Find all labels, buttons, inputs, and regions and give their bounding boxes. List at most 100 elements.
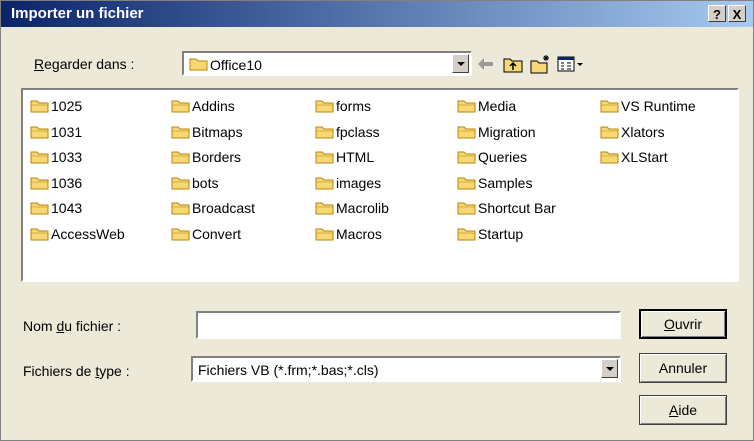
list-item[interactable]: bots xyxy=(171,173,218,193)
help-button[interactable]: Aide xyxy=(639,395,727,425)
list-item[interactable]: 1043 xyxy=(30,198,82,218)
open-button[interactable]: Ouvrir xyxy=(639,309,727,339)
list-item-label: Xlators xyxy=(621,123,665,140)
folder-icon xyxy=(315,100,334,113)
folder-icon xyxy=(30,126,49,138)
list-item-label: Convert xyxy=(192,225,242,242)
list-item[interactable]: Xlators xyxy=(600,122,665,142)
folder-icon xyxy=(457,100,476,113)
list-item-label: XLStart xyxy=(621,149,668,165)
filetype-dropdown[interactable]: Fichiers VB (*.frm;*.bas;*.cls) xyxy=(191,356,621,382)
list-item[interactable]: 1031 xyxy=(30,122,82,142)
folder-icon xyxy=(171,151,190,164)
folder-icon xyxy=(30,100,49,113)
folder-icon xyxy=(30,228,49,240)
folder-icon xyxy=(315,151,334,164)
list-item-label: 1036 xyxy=(51,174,83,191)
filename-input[interactable] xyxy=(196,311,621,339)
folder-icon xyxy=(171,100,190,113)
list-item-label: 1043 xyxy=(51,200,83,216)
look-in-label: Regarder dans : xyxy=(34,56,135,72)
list-item[interactable]: XLStart xyxy=(600,147,668,167)
back-arrow-icon[interactable] xyxy=(475,53,497,75)
window-title: Importer un fichier xyxy=(11,5,144,22)
folder-icon xyxy=(30,202,49,215)
look-in-value: Office10 xyxy=(210,57,262,73)
import-file-dialog: Importer un fichier ? X Regarder dans : … xyxy=(0,0,754,441)
list-item-label: Media xyxy=(478,98,517,114)
list-item[interactable]: Shortcut Bar xyxy=(457,198,556,218)
list-item[interactable]: Borders xyxy=(171,147,241,167)
view-menu-icon[interactable] xyxy=(556,53,586,75)
folder-icon xyxy=(315,177,334,189)
list-item[interactable]: forms xyxy=(315,96,371,116)
list-item[interactable]: Bitmaps xyxy=(171,122,243,142)
list-item-label: Addins xyxy=(192,98,235,114)
list-item-label: 1031 xyxy=(51,123,83,140)
list-item-label: Samples xyxy=(478,174,533,191)
filetype-value: Fichiers VB (*.frm;*.bas;*.cls) xyxy=(198,362,379,378)
folder-icon xyxy=(315,228,334,240)
new-folder-icon[interactable] xyxy=(529,53,551,75)
list-item-label: Migration xyxy=(478,123,536,140)
list-item[interactable]: Samples xyxy=(457,173,532,193)
file-list[interactable]: 1025 1031 1033 1036 1043 AccessWeb Addins Bitma… xyxy=(21,88,739,282)
list-item-label: images xyxy=(336,174,382,191)
list-item[interactable]: images xyxy=(315,173,381,193)
up-folder-icon[interactable] xyxy=(502,53,524,75)
filetype-label: Fichiers de type : xyxy=(23,363,130,379)
folder-icon xyxy=(171,228,190,240)
list-item-label: Macrolib xyxy=(336,200,389,216)
list-item-label: Broadcast xyxy=(192,200,256,216)
filename-label: Nom du fichier : xyxy=(23,318,122,334)
list-item-label: Macros xyxy=(336,225,382,242)
list-item-label: fpclass xyxy=(336,123,380,140)
folder-icon xyxy=(189,58,208,71)
filetype-dropdown-arrow[interactable] xyxy=(601,359,618,378)
folder-icon xyxy=(457,202,476,215)
list-item[interactable]: fpclass xyxy=(315,122,380,142)
help-title-button[interactable]: ? xyxy=(708,5,726,22)
folder-icon xyxy=(457,228,476,240)
list-item[interactable]: 1025 xyxy=(30,96,82,116)
list-item[interactable]: AccessWeb xyxy=(30,224,125,244)
list-item[interactable]: Broadcast xyxy=(171,198,255,218)
list-item-label: bots xyxy=(192,174,219,191)
list-item[interactable]: Convert xyxy=(171,224,241,244)
list-item[interactable]: VS Runtime xyxy=(600,96,696,116)
list-item[interactable]: 1036 xyxy=(30,173,82,193)
list-item-label: Shortcut Bar xyxy=(478,200,556,216)
folder-icon xyxy=(315,126,334,138)
folder-icon xyxy=(315,202,334,215)
folder-icon xyxy=(457,177,476,189)
list-item[interactable]: Queries xyxy=(457,147,527,167)
list-item-label: HTML xyxy=(336,149,375,165)
close-button[interactable]: X xyxy=(728,5,746,22)
look-in-dropdown-arrow[interactable] xyxy=(452,54,469,73)
folder-icon xyxy=(457,126,476,138)
list-item-label: Bitmaps xyxy=(192,123,243,140)
folder-icon xyxy=(171,177,190,189)
list-item-label: Queries xyxy=(478,149,528,165)
list-item-label: AccessWeb xyxy=(51,225,125,242)
list-item-label: 1033 xyxy=(51,149,83,165)
list-item-label: forms xyxy=(336,98,371,114)
list-item[interactable]: Macros xyxy=(315,224,382,244)
list-item[interactable]: Macrolib xyxy=(315,198,389,218)
folder-icon xyxy=(600,151,619,164)
folder-icon xyxy=(600,126,619,138)
folder-icon xyxy=(30,177,49,189)
cancel-button[interactable]: Annuler xyxy=(639,353,727,383)
list-item[interactable]: Addins xyxy=(171,96,235,116)
list-item-label: Borders xyxy=(192,149,242,165)
folder-icon xyxy=(171,202,190,215)
look-in-dropdown[interactable]: Office10 xyxy=(182,51,472,76)
list-item[interactable]: Media xyxy=(457,96,516,116)
list-item[interactable]: 1033 xyxy=(30,147,82,167)
folder-icon xyxy=(30,151,49,164)
list-item[interactable]: HTML xyxy=(315,147,374,167)
title-bar[interactable]: Importer un fichier ? X xyxy=(1,1,753,27)
list-item[interactable]: Startup xyxy=(457,224,523,244)
folder-icon xyxy=(171,126,190,138)
list-item[interactable]: Migration xyxy=(457,122,536,142)
